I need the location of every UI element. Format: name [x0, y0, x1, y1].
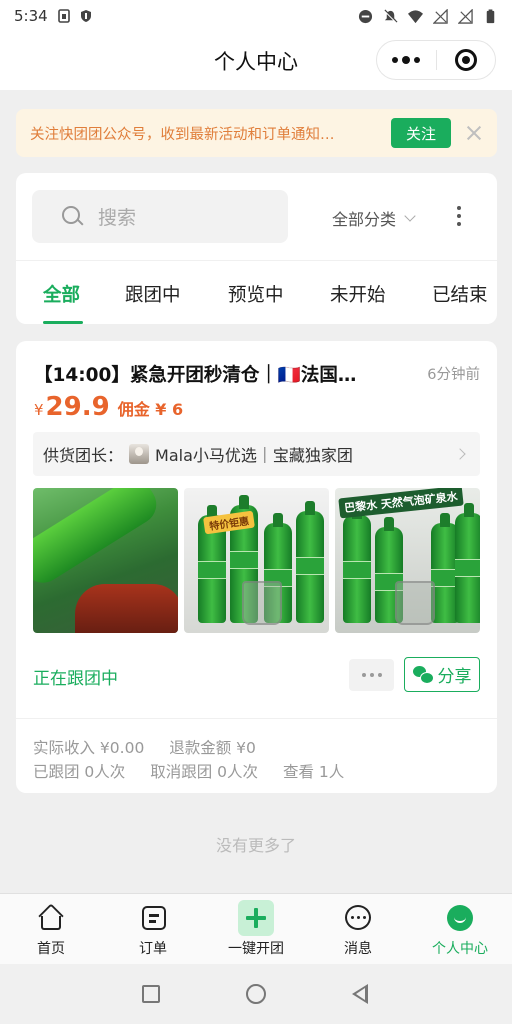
tabbar-item-orders[interactable]: 订单: [102, 904, 204, 958]
profile-icon: [446, 904, 474, 932]
dnd-icon: [358, 9, 373, 23]
bottom-tab-bar: 首页 订单 一键开团 消息 个人中心: [0, 893, 512, 964]
divider: [16, 718, 497, 719]
share-button[interactable]: 分享: [404, 657, 480, 692]
message-icon: [344, 904, 372, 932]
tabbar-item-messages[interactable]: 消息: [307, 904, 409, 958]
recents-icon[interactable]: [142, 985, 160, 1003]
tabbar-label: 一键开团: [228, 941, 284, 957]
more-vertical-icon[interactable]: [456, 206, 462, 226]
product-title[interactable]: 【14:00】紧急开团秒清仓｜🇫🇷法国…: [34, 361, 394, 387]
tab-ended[interactable]: 已结束: [432, 281, 488, 307]
search-icon: [62, 205, 84, 228]
views-stat: 查看 1人: [282, 763, 345, 781]
tabbar-item-create[interactable]: 一键开团: [205, 900, 307, 958]
share-label: 分享: [437, 667, 472, 687]
system-navigation-bar: [0, 964, 512, 1024]
wifi-icon: [408, 9, 423, 23]
status-tabs: 全部 跟团中 预览中 未开始 已结束: [16, 261, 497, 324]
post-time: 6分钟前: [427, 367, 480, 383]
close-icon[interactable]: [465, 124, 483, 142]
home-button-icon[interactable]: [246, 984, 266, 1004]
refund-stat: 退款金额 ¥0: [169, 739, 256, 757]
group-buy-card[interactable]: 【14:00】紧急开团秒清仓｜🇫🇷法国… 6分钟前 ¥ 29.9 佣金 ¥ 6 …: [16, 341, 497, 793]
product-image-1[interactable]: [33, 488, 178, 633]
supplier-row[interactable]: 供货团长： Mala小马优选｜宝藏独家团: [33, 432, 480, 476]
category-select[interactable]: 全部分类: [332, 206, 416, 230]
search-placeholder: 搜索: [98, 207, 137, 229]
status-time: 5:34: [14, 7, 48, 25]
follow-notice-banner: 关注快团团公众号，收到最新活动和订单通知… 关注: [16, 109, 497, 157]
tab-all[interactable]: 全部: [43, 281, 80, 307]
chevron-right-icon: [454, 448, 466, 460]
status-bar: 5:34: [0, 0, 512, 32]
order-icon: [139, 904, 167, 932]
sim-card-icon: [57, 9, 70, 23]
followed-stat: 已跟团 0人次: [33, 763, 126, 781]
tab-not-started[interactable]: 未开始: [330, 281, 386, 307]
status-icons: [358, 8, 498, 24]
muted-bell-icon: [384, 9, 398, 23]
filter-card: 搜索 全部分类 全部 跟团中 预览中 未开始 已结束: [16, 173, 497, 324]
product-images: 特价钜惠 巴黎水 天然气泡矿泉水: [33, 488, 480, 633]
no-more-text: 没有更多了: [215, 836, 296, 855]
tabbar-label: 消息: [344, 941, 372, 957]
tabbar-label: 个人中心: [432, 941, 488, 957]
tab-preview[interactable]: 预览中: [228, 281, 284, 307]
chevron-down-icon: [404, 210, 416, 222]
mini-program-capsule: [376, 40, 496, 80]
page-title: 个人中心: [214, 50, 298, 74]
signal-icon: [433, 8, 448, 24]
search-input[interactable]: 搜索: [32, 190, 288, 243]
nav-bar: 个人中心: [0, 32, 512, 90]
tabbar-label: 首页: [37, 941, 65, 957]
signal-icon-2: [458, 8, 473, 24]
close-mini-program-button[interactable]: [436, 49, 495, 71]
category-label: 全部分类: [332, 210, 397, 229]
active-tab-indicator: [43, 321, 83, 324]
income-stat: 实际收入 ¥0.00: [33, 739, 145, 757]
follow-status: 正在跟团中: [33, 669, 118, 689]
supplier-label: 供货团长：: [43, 446, 124, 465]
back-icon[interactable]: [352, 984, 368, 1004]
stats-block: 实际收入 ¥0.00 退款金额 ¥0 已跟团 0人次 取消跟团 0人次 查看 1…: [33, 736, 364, 784]
tab-following[interactable]: 跟团中: [125, 281, 181, 307]
tabbar-label: 订单: [139, 941, 167, 957]
tabbar-item-profile[interactable]: 个人中心: [409, 904, 511, 958]
price-row: ¥ 29.9 佣金 ¥ 6: [34, 392, 183, 422]
product-image-2[interactable]: 特价钜惠: [184, 488, 329, 633]
supplier-name: Mala小马优选｜宝藏独家团: [155, 446, 353, 465]
wechat-icon: [412, 665, 434, 684]
avatar: [129, 444, 150, 464]
canceled-stat: 取消跟团 0人次: [150, 763, 259, 781]
price-value: 29.9: [45, 392, 110, 422]
home-icon: [37, 903, 65, 932]
tabbar-item-home[interactable]: 首页: [0, 903, 102, 958]
more-options-button[interactable]: [377, 56, 436, 64]
shield-icon: [80, 10, 91, 22]
battery-icon: [486, 8, 495, 23]
plus-icon: [238, 900, 274, 936]
commission: 佣金 ¥ 6: [117, 400, 184, 419]
notice-text: 关注快团团公众号，收到最新活动和订单通知…: [30, 126, 335, 143]
product-image-3[interactable]: 巴黎水 天然气泡矿泉水: [335, 488, 480, 633]
target-icon: [454, 49, 477, 71]
more-actions-button[interactable]: [349, 659, 394, 691]
follow-button[interactable]: 关注: [391, 118, 451, 148]
currency-symbol: ¥: [34, 401, 44, 419]
